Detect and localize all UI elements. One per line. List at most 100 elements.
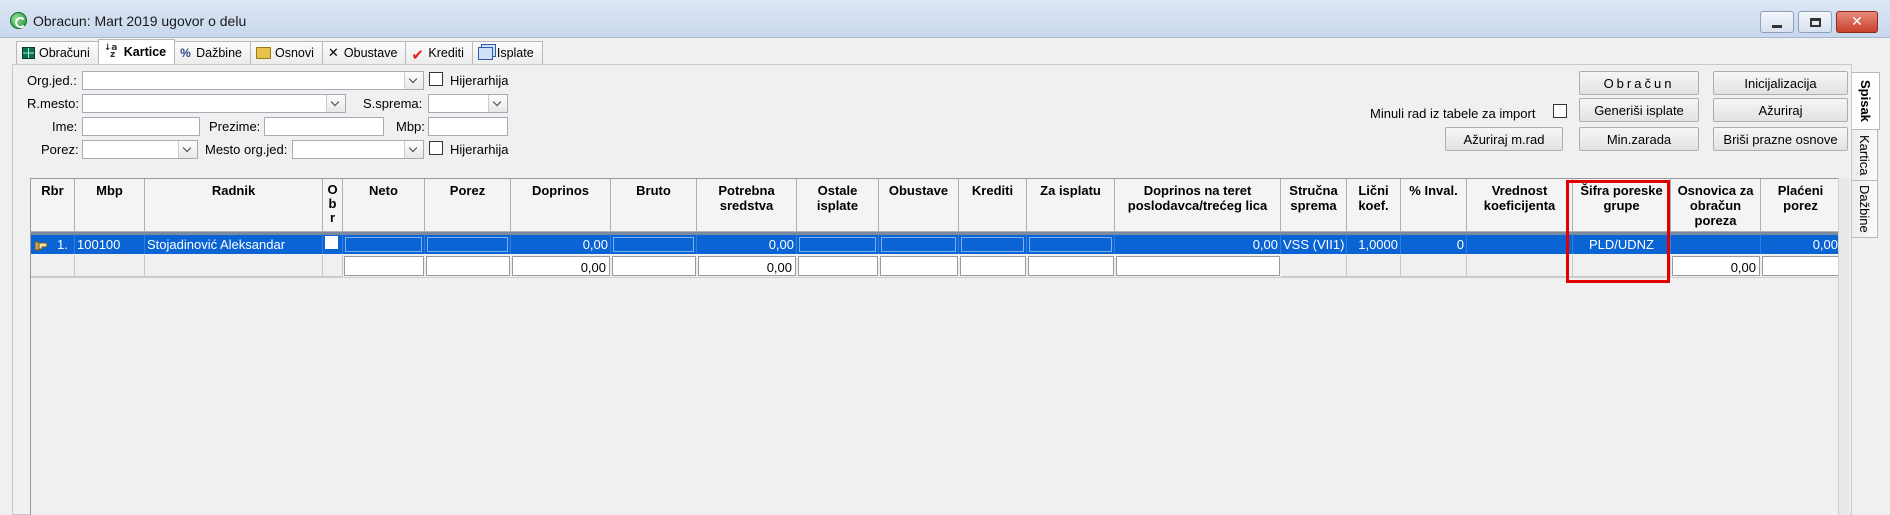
prezime-input[interactable] — [264, 117, 384, 136]
header-text: Doprinos — [531, 183, 590, 198]
org-jed-combo[interactable] — [82, 71, 424, 90]
cell-za-isplatu[interactable] — [1027, 235, 1115, 254]
tab-obustave[interactable]: ✕ Obustave — [321, 41, 407, 64]
chevron-down-icon[interactable] — [326, 95, 345, 112]
side-tab-spisak[interactable]: Spisak — [1852, 72, 1880, 130]
cell-krediti[interactable] — [959, 235, 1027, 254]
cell-strucna-sprema[interactable]: VSS (VII1) — [1281, 235, 1347, 254]
cell-mbp[interactable]: 100100 — [75, 235, 145, 254]
r-mesto-combo[interactable] — [82, 94, 346, 113]
header-text: Obustave — [888, 183, 949, 198]
porez-combo[interactable] — [82, 140, 198, 159]
chevron-down-icon[interactable] — [404, 141, 423, 158]
col-header-licni-koef[interactable]: Lični koef. — [1347, 179, 1401, 232]
cell-osnovica[interactable] — [1671, 235, 1761, 254]
chevron-down-icon[interactable] — [404, 72, 423, 89]
total-cell — [1281, 255, 1347, 277]
col-header-neto[interactable]: Neto — [343, 179, 425, 232]
min-zarada-button[interactable]: Min.zarada — [1579, 127, 1699, 151]
mbp-input[interactable] — [428, 117, 508, 136]
minimize-button[interactable] — [1760, 11, 1794, 33]
side-tab-kartica[interactable]: Kartica — [1852, 129, 1878, 181]
ime-input[interactable] — [82, 117, 200, 136]
header-text: sredstva — [719, 198, 774, 213]
cell-inval[interactable]: 0 — [1401, 235, 1467, 254]
cell-neto[interactable] — [343, 235, 425, 254]
inicijalizacija-button[interactable]: Inicijalizacija — [1713, 71, 1848, 95]
total-doprinos: 0,00 — [512, 256, 610, 276]
generisi-isplate-button[interactable]: Generiši isplate — [1579, 98, 1699, 122]
col-header-krediti[interactable]: Krediti — [959, 179, 1027, 232]
col-header-potrebna-sredstva[interactable]: Potrebna sredstva — [697, 179, 797, 232]
col-header-vrednost-koeficijenta[interactable]: Vrednost koeficijenta — [1467, 179, 1573, 232]
header-text: Rbr — [41, 183, 64, 198]
cell-porez[interactable] — [425, 235, 511, 254]
vertical-scrollbar[interactable] — [1838, 178, 1850, 515]
hijerarhija-checkbox[interactable] — [429, 72, 443, 86]
col-header-za-isplatu[interactable]: Za isplatu — [1027, 179, 1115, 232]
col-header-strucna-sprema[interactable]: Stručna sprema — [1281, 179, 1347, 232]
tab-krediti[interactable]: ✔ Krediti — [405, 41, 473, 64]
obracun-button[interactable]: Obračun — [1579, 71, 1699, 95]
s-sprema-combo[interactable] — [428, 94, 508, 113]
header-text: Ostale — [817, 183, 858, 198]
col-header-placeni-porez[interactable]: Plaćeni porez — [1761, 179, 1841, 232]
header-text: Plaćeni — [1777, 183, 1824, 198]
tab-kartice[interactable]: ↓a z Kartice — [97, 39, 176, 64]
header-text: Stručna — [1289, 183, 1338, 198]
side-tab-dazbine[interactable]: Dažbine — [1852, 180, 1878, 238]
hijerarhija2-checkbox[interactable] — [429, 141, 443, 155]
total-placeni-porez — [1762, 256, 1841, 276]
cell-vrednost-koeficijenta[interactable] — [1467, 235, 1573, 254]
tab-dazbine[interactable]: % Dažbine — [174, 41, 251, 64]
brisi-prazne-osnove-button[interactable]: Briši prazne osnove — [1713, 127, 1848, 151]
highlight-box — [1566, 180, 1670, 283]
col-header-osnovica[interactable]: Osnovica za obračun poreza — [1671, 179, 1761, 232]
cell-obustave[interactable] — [879, 235, 959, 254]
col-header-mbp[interactable]: Mbp — [75, 179, 145, 232]
cell-text: 0,00 — [766, 260, 792, 275]
total-ostale-isplate — [798, 256, 878, 276]
cell-ostale-isplate[interactable] — [797, 235, 879, 254]
grid-icon — [22, 47, 35, 59]
cell-placeni-porez[interactable]: 0,00 — [1761, 235, 1841, 254]
minuli-rad-checkbox[interactable] — [1553, 104, 1567, 118]
cell-bruto[interactable] — [611, 235, 697, 254]
col-header-doprinos[interactable]: Doprinos — [511, 179, 611, 232]
tab-isplate[interactable]: Isplate — [471, 41, 543, 64]
minuli-rad-label: Minuli rad iz tabele za import — [1370, 106, 1536, 121]
tab-obracuni[interactable]: Obračuni — [16, 41, 99, 64]
col-header-rbr[interactable]: Rbr — [31, 179, 75, 232]
chevron-down-icon[interactable] — [178, 141, 197, 158]
col-header-obustave[interactable]: Obustave — [879, 179, 959, 232]
obr-checkbox[interactable] — [325, 236, 338, 249]
r-mesto-label: R.mesto: — [27, 96, 80, 111]
cell-doprinos-na-teret[interactable]: 0,00 — [1115, 235, 1281, 254]
header-text: % Inval. — [1409, 183, 1458, 198]
total-potrebna-sredstva: 0,00 — [698, 256, 796, 276]
col-header-doprinos-na-teret[interactable]: Doprinos na teret poslodavca/trećeg lica — [1115, 179, 1281, 232]
col-header-ostale-isplate[interactable]: Ostale isplate — [797, 179, 879, 232]
total-cell — [1347, 255, 1401, 277]
cell-licni-koef[interactable]: 1,0000 — [1347, 235, 1401, 254]
col-header-inval[interactable]: % Inval. — [1401, 179, 1467, 232]
col-header-obr[interactable]: Obr — [323, 179, 343, 232]
col-header-porez[interactable]: Porez — [425, 179, 511, 232]
cell-radnik[interactable]: Stojadinović Aleksandar — [145, 235, 323, 254]
header-text: sprema — [1290, 198, 1337, 213]
cell-doprinos[interactable]: 0,00 — [511, 235, 611, 254]
azuriraj-m-rad-button[interactable]: Ažuriraj m.rad — [1445, 127, 1563, 151]
header-text: Neto — [369, 183, 398, 198]
cell-obr[interactable] — [323, 235, 343, 254]
mesto-org-jed-combo[interactable] — [292, 140, 424, 159]
tab-osnovi[interactable]: Osnovi — [250, 41, 323, 64]
col-header-bruto[interactable]: Bruto — [611, 179, 697, 232]
close-button[interactable]: ✕ — [1836, 11, 1878, 33]
cell-rbr[interactable]: 1. — [31, 235, 75, 254]
header-text: porez — [1783, 198, 1818, 213]
col-header-radnik[interactable]: Radnik — [145, 179, 323, 232]
chevron-down-icon[interactable] — [488, 95, 507, 112]
cell-potrebna-sredstva[interactable]: 0,00 — [697, 235, 797, 254]
azuriraj-button[interactable]: Ažuriraj — [1713, 98, 1848, 122]
maximize-button[interactable] — [1798, 11, 1832, 33]
